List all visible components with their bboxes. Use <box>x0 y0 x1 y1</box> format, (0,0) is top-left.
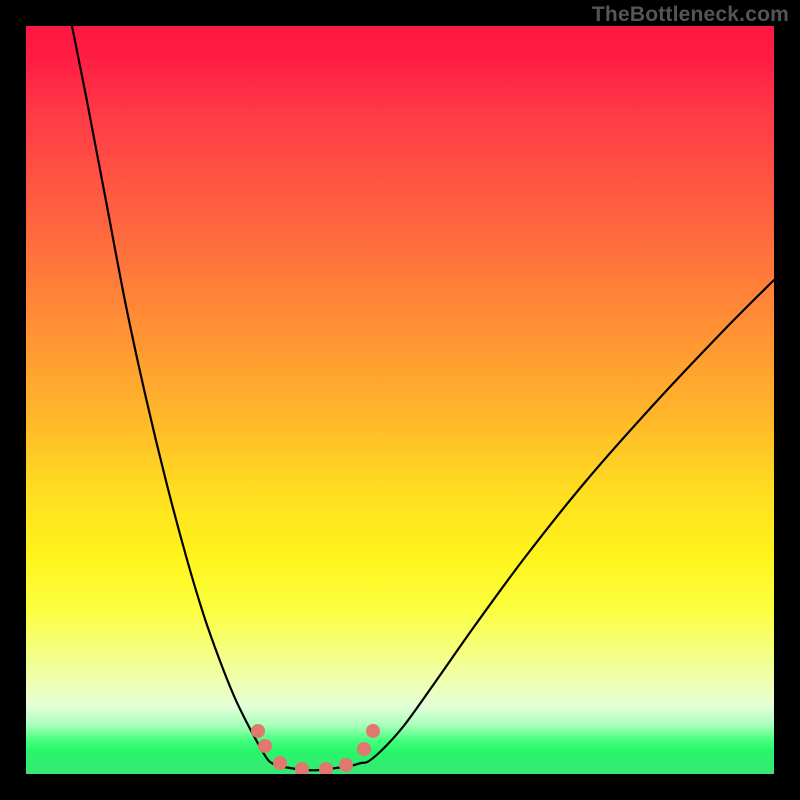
trough-markers <box>251 724 380 774</box>
chart-frame: TheBottleneck.com <box>0 0 800 800</box>
marker-dot <box>357 742 371 756</box>
marker-dot <box>251 724 265 738</box>
curve-layer <box>26 26 774 774</box>
marker-dot <box>273 756 287 770</box>
marker-dot <box>295 762 309 774</box>
watermark-text: TheBottleneck.com <box>592 3 789 27</box>
marker-dot <box>258 739 272 753</box>
marker-dot <box>319 762 333 774</box>
marker-dot <box>366 724 380 738</box>
marker-dot <box>339 758 353 772</box>
plot-area <box>26 26 774 774</box>
bottleneck-curve <box>72 26 774 770</box>
